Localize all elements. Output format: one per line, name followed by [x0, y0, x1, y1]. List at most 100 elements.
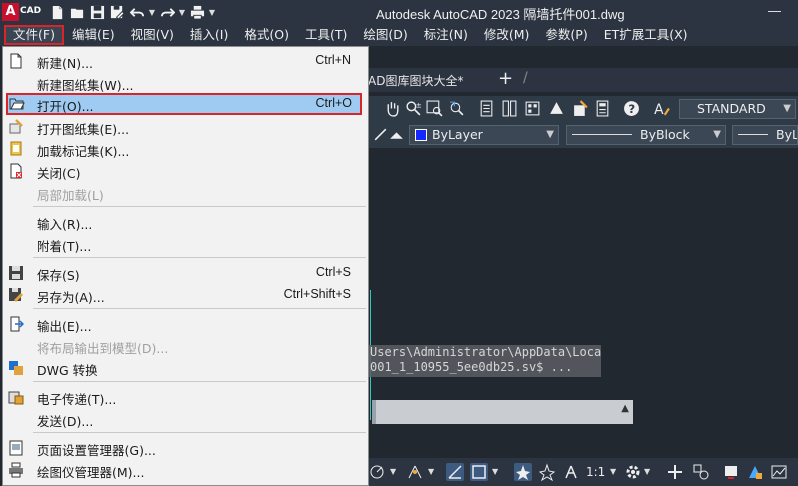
tool-palettes-icon[interactable]: [524, 100, 541, 117]
save-icon[interactable]: [88, 3, 106, 21]
menu-item-open[interactable]: 打开(O)... Ctrl+O: [6, 93, 362, 115]
menu-modify[interactable]: 修改(M): [476, 25, 538, 45]
pan-icon[interactable]: [384, 100, 401, 117]
isolate-objects-icon[interactable]: [692, 463, 710, 481]
color-value: ByLayer: [432, 127, 483, 142]
toolbar-row-2: ByLayer ▼ ByBlock ▼ ByL: [368, 122, 798, 148]
open-icon[interactable]: [68, 3, 86, 21]
auto-scale-icon[interactable]: [538, 463, 556, 482]
chevron-up-icon[interactable]: ▲: [621, 403, 629, 414]
menu-item-new[interactable]: 新建(N)... Ctrl+N: [3, 50, 368, 72]
match-layer-icon[interactable]: [388, 126, 405, 143]
menu-item-label: 附着(T)...: [37, 239, 92, 254]
help-icon[interactable]: ?: [623, 100, 640, 117]
quick-access-toolbar: ▼ ▼ ▼: [48, 2, 216, 22]
menu-item-partial-load[interactable]: 局部加载(L): [3, 182, 368, 204]
new-tab-button[interactable]: +: [498, 68, 513, 89]
menu-item-load-markup-set[interactable]: 加载标记集(K)...: [3, 138, 368, 160]
text-style-select[interactable]: STANDARD ▼: [679, 99, 796, 119]
undo-dropdown-icon[interactable]: ▼: [148, 8, 156, 17]
linetype-select[interactable]: ByBlock ▼: [566, 125, 726, 145]
zoom-window-icon[interactable]: [426, 100, 443, 117]
chevron-down-icon[interactable]: ▼: [610, 463, 618, 481]
menu-edit[interactable]: 编辑(E): [64, 25, 123, 45]
menu-item-send[interactable]: 发送(D)...: [3, 408, 368, 430]
menu-item-label: 页面设置管理器(G)...: [37, 443, 156, 458]
save-as-icon[interactable]: [108, 3, 126, 21]
menu-item-etransmit[interactable]: 电子传递(T)...: [3, 386, 368, 408]
menu-insert[interactable]: 插入(I): [182, 25, 236, 45]
menu-item-save-as[interactable]: 另存为(A)... Ctrl+Shift+S: [3, 284, 368, 306]
hardware-acceleration-icon[interactable]: [722, 463, 740, 481]
markup-icon[interactable]: [572, 100, 589, 117]
chevron-down-icon[interactable]: ▼: [492, 463, 500, 481]
lineweight-sample: [738, 134, 768, 135]
etransmit-icon: [8, 389, 24, 405]
properties-icon[interactable]: [478, 100, 495, 117]
title-bar: A CAD ▼ ▼ ▼ Autodesk AutoCAD 2023 隔墙托件00…: [0, 0, 798, 24]
doc-tab[interactable]: AD图库图块大全*: [368, 72, 463, 89]
menu-item-attach[interactable]: 附着(T)...: [3, 233, 368, 255]
lineweight-select[interactable]: ByL: [732, 125, 798, 145]
color-swatch: [415, 129, 427, 141]
scale-value[interactable]: 1:1: [586, 463, 605, 481]
zoom-realtime-icon[interactable]: ±: [405, 100, 422, 117]
color-select[interactable]: ByLayer ▼: [409, 125, 559, 145]
app-logo[interactable]: A CAD: [2, 3, 41, 21]
menu-item-open-sheet-set[interactable]: 打开图纸集(E)...: [3, 116, 368, 138]
menu-item-label: 输入(R)...: [37, 217, 93, 232]
menu-view[interactable]: 视图(V): [123, 25, 182, 45]
text-style-icon[interactable]: A: [653, 100, 670, 118]
menu-item-import[interactable]: 输入(R)...: [3, 211, 368, 233]
command-input[interactable]: ▲: [372, 400, 633, 424]
menu-item-close[interactable]: 关闭(C): [3, 160, 368, 182]
chevron-down-icon[interactable]: ▼: [428, 463, 436, 481]
polar-tracking-icon[interactable]: [368, 463, 386, 481]
gear-icon[interactable]: [624, 463, 642, 481]
new-icon[interactable]: [48, 3, 66, 21]
isodraft-icon[interactable]: [406, 463, 424, 481]
linetype-value: ByBlock: [640, 127, 690, 142]
sheet-set-manager-icon[interactable]: [548, 100, 565, 117]
annotation-scale-icon[interactable]: [562, 463, 580, 481]
chevron-down-icon[interactable]: ▼: [644, 463, 652, 481]
menu-item-shortcut: Ctrl+O: [315, 96, 352, 110]
menu-format[interactable]: 格式(O): [236, 25, 297, 45]
graphics-performance-icon[interactable]: [770, 463, 788, 481]
layer-tools-icon[interactable]: [372, 126, 389, 143]
menu-file[interactable]: 文件(F): [4, 25, 64, 45]
menu-item-new-sheet-set[interactable]: 新建图纸集(W)...: [3, 72, 368, 94]
calculator-icon[interactable]: [594, 100, 611, 117]
zoom-previous-icon[interactable]: [448, 100, 465, 117]
menu-express-tools[interactable]: ET扩展工具(X): [596, 25, 696, 45]
design-center-icon[interactable]: [501, 100, 518, 117]
menu-tools[interactable]: 工具(T): [297, 25, 355, 45]
menu-item-shortcut: Ctrl+Shift+S: [283, 287, 351, 301]
minimize-icon[interactable]: [768, 11, 781, 12]
undo-icon[interactable]: [128, 3, 146, 21]
lineweight-value: ByL: [776, 127, 798, 142]
clean-screen-icon[interactable]: [746, 463, 764, 481]
plus-icon[interactable]: [666, 463, 684, 481]
redo-icon[interactable]: [158, 3, 176, 21]
drawing-canvas[interactable]: [368, 148, 798, 438]
menu-item-save[interactable]: 保存(S) Ctrl+S: [3, 262, 368, 284]
object-snap-icon[interactable]: [470, 463, 488, 481]
redo-dropdown-icon[interactable]: ▼: [178, 8, 186, 17]
menu-item-export-layout-to-model[interactable]: 将布局输出到模型(D)...: [3, 335, 368, 357]
menu-item-plotter-manager[interactable]: 绘图仪管理器(M)...: [3, 459, 368, 481]
menu-item-dwg-convert[interactable]: DWG 转换: [3, 357, 368, 379]
menu-draw[interactable]: 绘图(D): [355, 25, 415, 45]
menu-item-label: 发送(D)...: [37, 414, 94, 429]
plot-icon[interactable]: [188, 3, 206, 21]
menu-parametric[interactable]: 参数(P): [537, 25, 595, 45]
menu-item-label: 另存为(A)...: [37, 290, 105, 305]
menu-item-export[interactable]: 输出(E)...: [3, 313, 368, 335]
osnap-tracking-icon[interactable]: [446, 463, 464, 481]
menu-dimension[interactable]: 标注(N): [416, 25, 476, 45]
menu-item-label: 将布局输出到模型(D)...: [37, 341, 169, 356]
chevron-down-icon[interactable]: ▼: [390, 463, 398, 481]
menu-item-page-setup-manager[interactable]: 页面设置管理器(G)...: [3, 437, 368, 459]
annotation-visibility-icon[interactable]: [514, 463, 532, 481]
qat-customize-icon[interactable]: ▼: [208, 8, 216, 17]
